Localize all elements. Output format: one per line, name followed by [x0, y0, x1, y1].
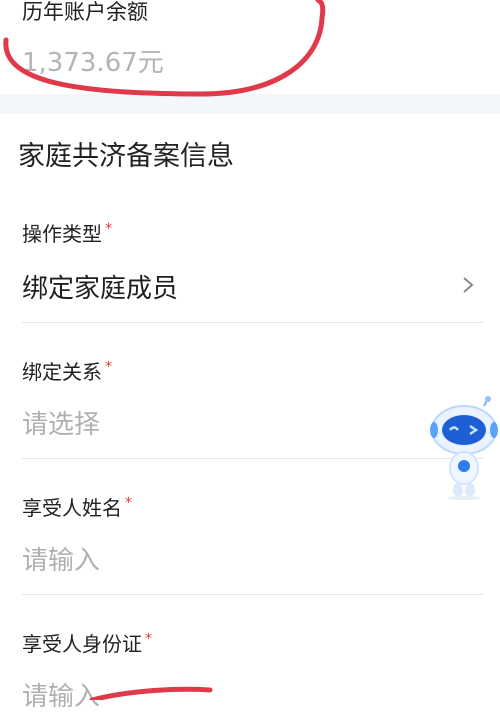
field-divider: [22, 458, 484, 459]
section-divider: [0, 94, 500, 114]
required-mark: *: [125, 495, 132, 512]
required-mark: *: [105, 221, 112, 238]
chevron-right-icon[interactable]: [458, 274, 478, 296]
beneficiary-name-label: 享受人姓名 *: [22, 492, 132, 521]
balance-label: 历年账户余额: [22, 0, 148, 24]
beneficiary-name-label-text: 享受人姓名: [22, 496, 122, 520]
operation-type-label: 操作类型 *: [22, 218, 112, 247]
operation-type-value[interactable]: 绑定家庭成员: [22, 268, 178, 305]
field-divider: [22, 322, 484, 323]
balance-value: 1,373.67元: [22, 48, 164, 78]
balance-card: 历年账户余额 1,373.67元: [0, 0, 500, 94]
beneficiary-id-label: 享受人身份证 *: [22, 628, 152, 657]
required-mark: *: [105, 359, 112, 376]
section-title: 家庭共济备案信息: [18, 141, 234, 172]
field-divider: [22, 594, 484, 595]
beneficiary-name-input[interactable]: 请输入: [22, 540, 100, 577]
relationship-label: 绑定关系 *: [22, 356, 112, 385]
beneficiary-id-label-text: 享受人身份证: [22, 632, 142, 656]
beneficiary-id-input[interactable]: 请输入: [22, 676, 100, 713]
operation-type-label-text: 操作类型: [22, 222, 102, 246]
required-mark: *: [145, 631, 152, 648]
robot-assistant-icon[interactable]: [428, 396, 500, 500]
relationship-select[interactable]: 请选择: [22, 404, 100, 441]
relationship-label-text: 绑定关系: [22, 360, 102, 384]
